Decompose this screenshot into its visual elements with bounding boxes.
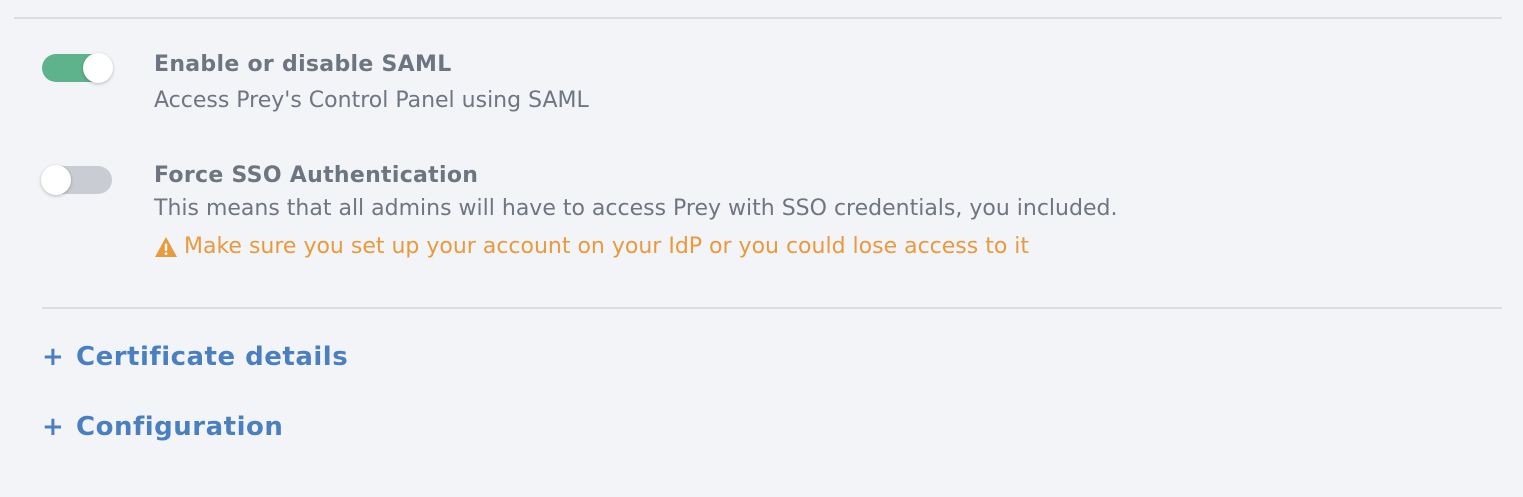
configuration-toggle[interactable]: + Configuration — [42, 412, 283, 442]
force-sso-toggle[interactable] — [41, 165, 112, 195]
saml-description: Access Prey's Control Panel using SAML — [154, 88, 589, 113]
certificate-details-toggle[interactable]: + Certificate details — [42, 342, 348, 372]
top-divider — [14, 17, 1502, 19]
force-sso-description: This means that all admins will have to … — [154, 196, 1118, 221]
configuration-label: Configuration — [76, 412, 284, 442]
saml-settings-panel: Enable or disable SAML Access Prey's Con… — [0, 0, 1523, 497]
section-divider — [42, 307, 1502, 309]
toggle-knob — [41, 165, 71, 195]
certificate-details-label: Certificate details — [76, 342, 349, 372]
force-sso-title: Force SSO Authentication — [154, 163, 479, 188]
saml-toggle[interactable] — [42, 53, 113, 83]
expand-plus-icon: + — [42, 342, 64, 372]
warning-text: Make sure you set up your account on you… — [184, 234, 1030, 259]
toggle-knob — [83, 53, 113, 83]
saml-title: Enable or disable SAML — [154, 52, 452, 77]
force-sso-warning: Make sure you set up your account on you… — [154, 234, 1029, 259]
expand-plus-icon: + — [42, 412, 64, 442]
warning-icon — [155, 236, 177, 257]
